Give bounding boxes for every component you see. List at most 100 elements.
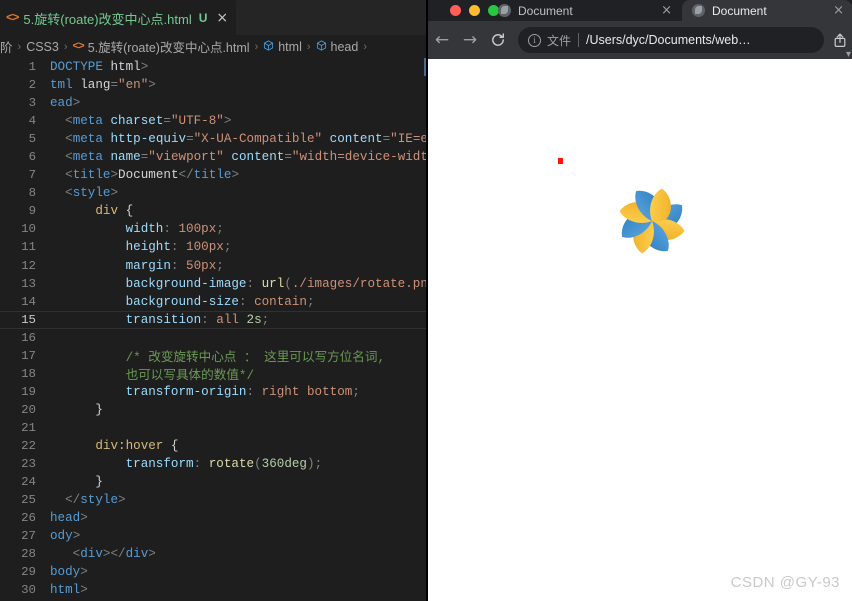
code-token: >	[223, 114, 232, 129]
code-line[interactable]: 10 width: 100px;	[0, 220, 428, 238]
code-line[interactable]: 19 transform-origin: right bottom;	[0, 383, 428, 401]
code-token: body	[50, 565, 81, 580]
code-token: :	[170, 258, 187, 273]
breadcrumb-item-head[interactable]: head	[316, 39, 359, 54]
browser-tab-strip: Document × Document ×	[428, 0, 852, 21]
code-token: :	[238, 294, 255, 309]
back-button[interactable]: ←	[428, 26, 456, 54]
breadcrumb-label-1: CSS3	[26, 39, 59, 54]
code-line[interactable]: 16	[0, 329, 428, 347]
reload-icon[interactable]	[484, 26, 512, 54]
breadcrumb-item-html[interactable]: html	[263, 40, 302, 54]
code-line[interactable]: 14 background-size: contain;	[0, 293, 428, 311]
browser-tab-close-icon-0[interactable]: ×	[661, 4, 672, 17]
code-line[interactable]: 27 ody>	[0, 527, 428, 545]
code-line[interactable]: 3 ead>	[0, 94, 428, 112]
close-window-button[interactable]	[450, 5, 461, 16]
breadcrumb-item-file[interactable]: <> 5.旋转(roate)改变中心点.html	[73, 37, 250, 56]
code-token: =	[163, 114, 171, 129]
code-token: </	[178, 168, 194, 183]
code-line-text: tml lang="en">	[36, 78, 156, 92]
code-line[interactable]: 7 <title>Document</title>	[0, 166, 428, 184]
code-line[interactable]: 20 }	[0, 401, 428, 419]
code-token: ;	[223, 240, 232, 255]
code-token: "width=device-width	[291, 150, 428, 165]
code-line[interactable]: 18 也可以写具体的数值*/	[0, 365, 428, 384]
code-line[interactable]: 26 head>	[0, 509, 428, 527]
code-editor[interactable]: 1 DOCTYPE html> 2 tml lang="en"> 3 ead> 4 <met…	[0, 58, 428, 601]
code-line[interactable]: 12 margin: 50px;	[0, 257, 428, 275]
line-number: 2	[28, 78, 36, 93]
code-line[interactable]: 1 DOCTYPE html>	[0, 58, 428, 76]
code-line[interactable]: 22 div:hover {	[0, 437, 428, 455]
code-token: >	[72, 529, 81, 544]
code-token: 也可以写具体的数值*/	[50, 369, 255, 384]
code-token: transform-origin	[50, 384, 247, 399]
editor-tab-active[interactable]: <> 5.旋转(roate)改变中心点.html U ×	[0, 0, 238, 35]
line-number: 26	[21, 511, 36, 526]
code-line[interactable]: 25 </style>	[0, 491, 428, 509]
browser-tab-close-icon-1[interactable]: ×	[833, 4, 844, 17]
code-line[interactable]: 11 height: 100px;	[0, 238, 428, 256]
code-line[interactable]: 30 html>	[0, 581, 428, 599]
code-line[interactable]: 29 body>	[0, 563, 428, 581]
address-bar[interactable]: i 文件 /Users/dyc/Documents/web…	[518, 27, 824, 53]
window-traffic-lights[interactable]	[450, 5, 499, 16]
code-token: Document	[118, 168, 179, 183]
breadcrumb-separator: ›	[17, 40, 22, 53]
code-token: margin	[50, 258, 171, 273]
code-line[interactable]: 13 background-image: url(./images/rotate…	[0, 275, 428, 293]
code-token: (	[254, 457, 262, 472]
code-token: >	[80, 583, 88, 598]
csdn-watermark: CSDN @GY-93	[730, 574, 840, 591]
line-number: 1	[28, 60, 36, 75]
forward-button[interactable]: →	[456, 26, 484, 54]
code-token: background-size	[50, 294, 239, 309]
code-line[interactable]: 21	[0, 419, 428, 437]
line-number: 30	[21, 583, 36, 598]
breadcrumb-label-4: head	[330, 39, 359, 54]
code-token: ></	[102, 547, 126, 562]
site-info-icon[interactable]: i	[528, 33, 541, 47]
code-token: :	[163, 222, 179, 237]
breadcrumb-separator: ›	[254, 40, 259, 53]
code-line[interactable]: 17 /* 改变旋转中心点 ： 这里可以写方位名词,	[0, 346, 428, 366]
code-line[interactable]: 5 <meta http-equiv="X-UA-Compatible" con…	[0, 130, 428, 148]
breadcrumb-item-folder[interactable]: 阶	[0, 37, 13, 56]
code-line-text: transform: rotate(360deg);	[36, 457, 323, 472]
line-number: 18	[21, 366, 36, 381]
code-line[interactable]: 28 <div></div>	[0, 545, 428, 563]
code-line-text: body>	[36, 565, 88, 579]
code-token: ;	[261, 312, 270, 327]
code-token: head	[50, 511, 81, 526]
line-number: 7	[28, 168, 36, 183]
code-line[interactable]: 24 }	[0, 473, 428, 491]
editor-tab-close-icon[interactable]: ×	[216, 11, 228, 25]
rotate-image	[608, 177, 696, 265]
browser-tab-0[interactable]: Document ×	[428, 0, 680, 21]
code-token: :	[246, 276, 262, 291]
code-token: div:hover	[50, 439, 171, 453]
code-line[interactable]: 15 transition: all 2s;	[0, 310, 428, 329]
minimize-window-button[interactable]	[469, 5, 480, 16]
code-line[interactable]: 8 <style>	[0, 184, 428, 202]
code-line[interactable]: 23 transform: rotate(360deg);	[0, 455, 428, 473]
code-token: {	[170, 439, 179, 453]
code-line[interactable]: 2 tml lang="en">	[0, 76, 428, 94]
code-token: width	[50, 222, 164, 237]
browser-tab-1[interactable]: Document ×	[682, 0, 852, 21]
code-line-text: /* 改变旋转中心点 ： 这里可以写方位名词,	[36, 346, 385, 365]
breadcrumb-item-css3[interactable]: CSS3	[26, 40, 59, 54]
code-line[interactable]: 4 <meta charset="UTF-8">	[0, 112, 428, 130]
code-line-text: <div></div>	[36, 547, 156, 561]
code-token: title	[72, 168, 111, 183]
code-line[interactable]: 6 <meta name="viewport" content="width=d…	[0, 148, 428, 166]
code-line-text: <meta charset="UTF-8">	[36, 114, 231, 128]
breadcrumb: 阶 › CSS3 › <> 5.旋转(roate)改变中心点.html › ht…	[0, 35, 428, 58]
code-token: ;	[314, 457, 323, 472]
code-line[interactable]: 9 div {	[0, 202, 428, 220]
code-token: ;	[216, 222, 224, 237]
url-text: /Users/dyc/Documents/web…	[586, 33, 751, 47]
line-number: 20	[21, 402, 36, 417]
